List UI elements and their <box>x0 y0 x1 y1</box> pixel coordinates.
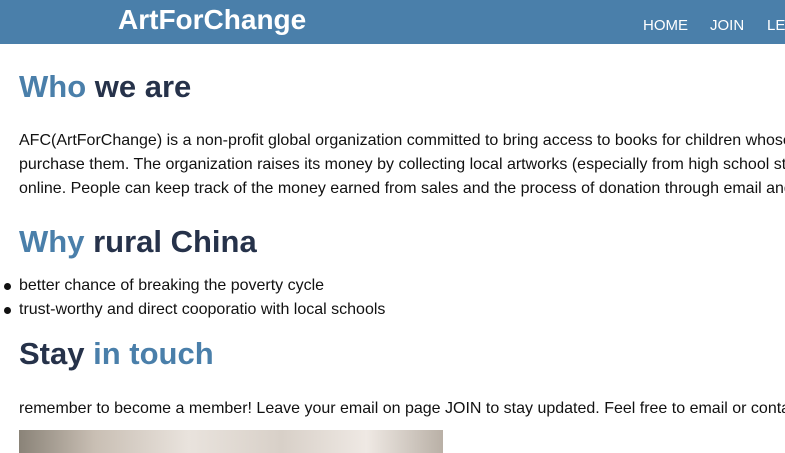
heading-accent-word: Who <box>19 69 87 104</box>
heading-accent-words: in touch <box>93 336 214 371</box>
bullet-text: better chance of breaking the poverty cy… <box>19 277 325 294</box>
list-item: trust-worthy and direct cooporatio with … <box>0 298 385 322</box>
bullet-text: trust-worthy and direct cooporatio with … <box>19 301 386 318</box>
nav-link-le[interactable]: LE <box>767 17 785 34</box>
nav-link-home[interactable]: HOME <box>643 17 688 34</box>
stay-in-touch-heading: Stay in touch <box>19 336 214 372</box>
brand-logo-link[interactable]: ArtForChange <box>118 4 306 36</box>
top-navbar: ArtForChange HOME JOIN LE <box>0 0 785 44</box>
heading-dark-words: we are <box>94 69 192 104</box>
stay-in-touch-text: remember to become a member! Leave your … <box>19 400 785 417</box>
who-paragraph-line-1: AFC(ArtForChange) is a non-profit global… <box>19 132 785 149</box>
heading-accent-word: Why <box>19 224 85 259</box>
why-bullet-list: better chance of breaking the poverty cy… <box>0 274 385 322</box>
main-content: Who we are AFC(ArtForChange) is a non-pr… <box>0 44 785 453</box>
list-item: better chance of breaking the poverty cy… <box>0 274 385 298</box>
bullet-dot-icon <box>4 307 11 314</box>
who-paragraph-line-3: online. People can keep track of the mon… <box>19 180 785 197</box>
bullet-dot-icon <box>4 283 11 290</box>
heading-dark-word: Stay <box>19 336 85 371</box>
who-paragraph-line-2: purchase them. The organization raises i… <box>19 156 785 173</box>
who-we-are-heading: Who we are <box>19 69 191 105</box>
heading-dark-words: rural China <box>93 224 257 259</box>
featured-photo <box>19 430 443 453</box>
nav-link-join[interactable]: JOIN <box>710 17 744 34</box>
why-rural-china-heading: Why rural China <box>19 224 257 260</box>
